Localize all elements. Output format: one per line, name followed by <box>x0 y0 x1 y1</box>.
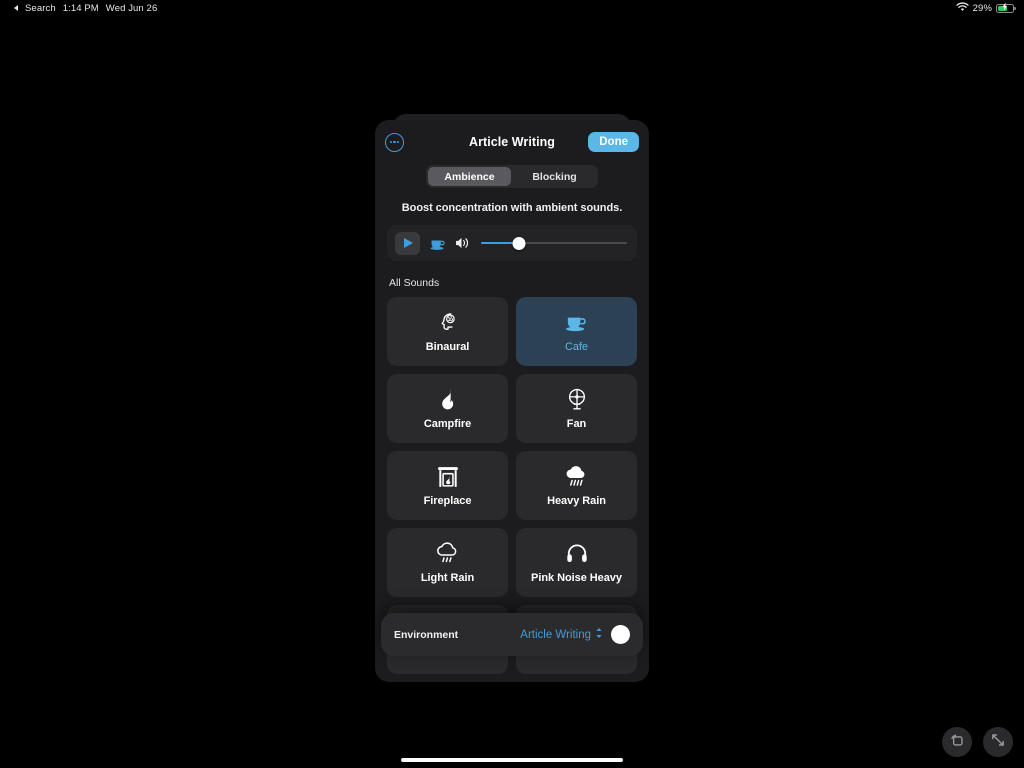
sound-tile-label: Light Rain <box>420 572 475 584</box>
panel-subtitle: Boost concentration with ambient sounds. <box>401 202 623 214</box>
clock: 1:14 PM <box>62 2 99 14</box>
sound-tile-label: Fireplace <box>423 495 472 507</box>
wifi-icon <box>956 1 969 15</box>
environment-value: Article Writing <box>520 628 591 641</box>
back-app-label[interactable]: Search <box>25 3 56 14</box>
status-bar: Search 1:14 PM Wed Jun 26 29% <box>0 0 1024 16</box>
sound-tile-cafe[interactable]: Cafe <box>516 297 637 366</box>
status-bar-right: 29% <box>956 1 1024 15</box>
battery-percent-label: 29% <box>972 2 992 14</box>
ambient-player <box>387 225 637 261</box>
slider-thumb[interactable] <box>512 236 526 250</box>
sound-tile-light-rain[interactable]: Light Rain <box>387 528 508 597</box>
segmented-control-wrapper: Ambience Blocking <box>375 165 649 188</box>
back-arrow-icon[interactable] <box>14 5 18 11</box>
panel-header: Article Writing Done <box>375 120 649 164</box>
picture-in-picture-button[interactable] <box>942 727 972 757</box>
sound-tile-fan[interactable]: Fan <box>516 374 637 443</box>
battery-charging-icon <box>996 2 1016 13</box>
speaker-wave-icon[interactable] <box>455 236 472 250</box>
picture-in-picture-icon <box>949 732 965 753</box>
segmented-control: Ambience Blocking <box>426 165 598 188</box>
expand-button[interactable] <box>983 727 1013 757</box>
screen: Search 1:14 PM Wed Jun 26 29% Article Wr… <box>0 0 1024 768</box>
environment-label: Environment <box>394 628 459 641</box>
sound-tile-label: Heavy Rain <box>547 495 606 507</box>
sound-tile-campfire[interactable]: Campfire <box>387 374 508 443</box>
heavy-rain-icon <box>564 464 589 488</box>
expand-arrows-icon <box>990 732 1006 753</box>
focus-panel: Article Writing Done Ambience Blocking B… <box>375 120 649 682</box>
head-brain-icon <box>437 310 459 334</box>
cafe-cup-icon <box>564 310 589 334</box>
sound-tile-heavy-rain[interactable]: Heavy Rain <box>516 451 637 520</box>
up-down-chevron-icon <box>595 627 603 642</box>
date-label: Wed Jun 26 <box>105 2 158 14</box>
status-bar-left: Search 1:14 PM Wed Jun 26 <box>0 3 157 14</box>
sound-tile-label: Fan <box>566 418 587 430</box>
tab-ambience[interactable]: Ambience <box>428 167 511 186</box>
sound-tile-label: Campfire <box>423 418 472 430</box>
ellipsis-circle-icon[interactable] <box>385 132 404 152</box>
tab-blocking[interactable]: Blocking <box>513 167 596 186</box>
flame-icon <box>439 387 456 411</box>
play-icon <box>404 238 413 248</box>
environment-bar: Environment Article Writing <box>381 613 643 656</box>
fireplace-icon <box>437 464 459 488</box>
section-title-all-sounds: All Sounds <box>389 277 440 289</box>
cafe-cup-icon[interactable] <box>429 236 446 251</box>
sound-tile-label: Pink Noise Heavy <box>531 572 622 584</box>
environment-selector[interactable]: Article Writing <box>520 627 603 642</box>
sound-tile-pink-noise-heavy[interactable]: Pink Noise Heavy <box>516 528 637 597</box>
sound-tile-label: Binaural <box>425 341 470 353</box>
light-rain-icon <box>435 541 460 565</box>
home-indicator[interactable] <box>401 758 623 762</box>
volume-slider[interactable] <box>481 236 627 250</box>
sound-tile-fireplace[interactable]: Fireplace <box>387 451 508 520</box>
sound-tile-label: Cafe <box>564 341 589 353</box>
record-circle-icon[interactable] <box>611 625 630 644</box>
play-button[interactable] <box>395 231 420 255</box>
headphones-icon <box>566 541 588 565</box>
done-button[interactable]: Done <box>588 132 639 152</box>
fan-icon <box>566 387 588 411</box>
sound-tile-binaural[interactable]: Binaural <box>387 297 508 366</box>
